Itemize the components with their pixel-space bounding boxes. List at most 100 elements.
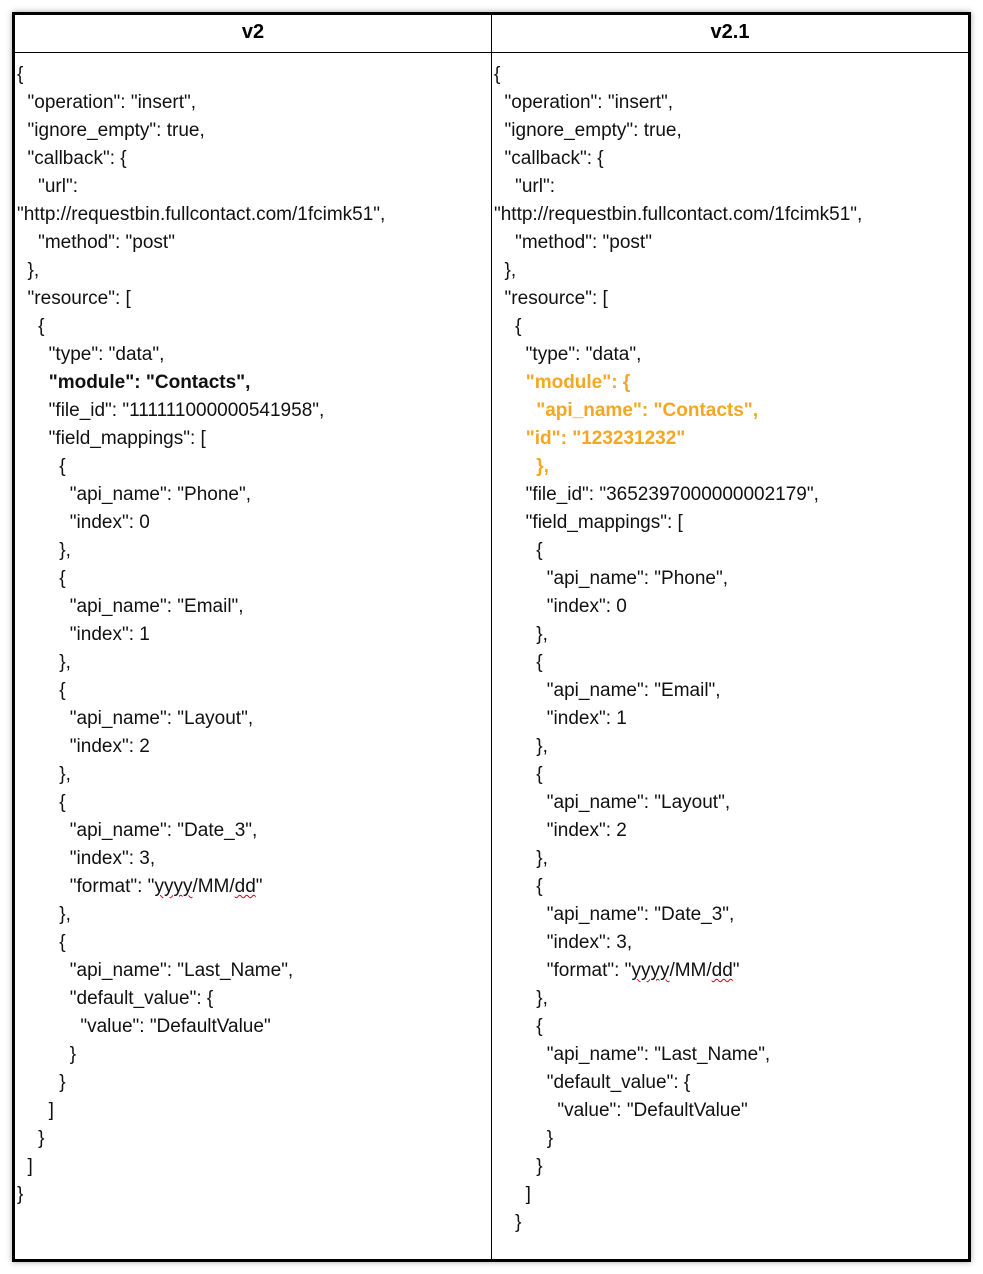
code-v2: { "operation": "insert", "ignore_empty":… [17, 61, 489, 1209]
comparison-frame: v2 v2.1 { "operation": "insert", "ignore… [12, 12, 971, 1262]
v21-line: "api_name": "Date_3", [494, 904, 734, 925]
v2-line: "index": 1 [17, 624, 150, 645]
v2-line: }, [17, 260, 39, 281]
spellcheck-squiggle: dd [235, 876, 256, 897]
v2-line: { [17, 568, 66, 589]
v21-line: "callback": { [494, 148, 604, 169]
v2-line: "index": 3, [17, 848, 155, 869]
v2-line: "resource": [ [17, 288, 131, 309]
v21-module-highlight: "api_name": "Contacts", [536, 400, 758, 421]
v2-line: }, [17, 652, 71, 673]
v2-line: "api_name": "Phone", [17, 484, 251, 505]
v21-line: }, [494, 260, 516, 281]
v2-line: "field_mappings": [ [17, 428, 206, 449]
v21-line: "default_value": { [494, 1072, 690, 1093]
v21-line: { [494, 876, 543, 897]
v21-line: { [494, 1016, 543, 1037]
v2-line: "api_name": "Email", [17, 596, 244, 617]
v21-line: "index": 2 [494, 820, 627, 841]
v2-line: } [17, 1128, 44, 1149]
v21-line: "ignore_empty": true, [494, 120, 682, 141]
v21-line: "method": "post" [494, 232, 652, 253]
v21-line: }, [494, 624, 548, 645]
v2-line: "api_name": "Date_3", [17, 820, 257, 841]
v21-line: "operation": "insert", [494, 92, 673, 113]
v21-line-hl: "module": { [494, 372, 630, 393]
cell-v2: { "operation": "insert", "ignore_empty":… [15, 53, 492, 1260]
v21-line: }, [494, 848, 548, 869]
code-v21: { "operation": "insert", "ignore_empty":… [494, 61, 966, 1237]
v2-line: } [17, 1184, 23, 1205]
v21-line: "api_name": "Email", [494, 680, 721, 701]
v2-line: "type": "data", [17, 344, 164, 365]
spellcheck-squiggle: yyyy [154, 876, 192, 897]
v21-line: "field_mappings": [ [494, 512, 683, 533]
v21-line: { [494, 764, 543, 785]
v2-line: }, [17, 764, 71, 785]
v21-line: { [494, 652, 543, 673]
v21-line: "type": "data", [494, 344, 641, 365]
v21-line: } [494, 1128, 553, 1149]
v21-line: ] [494, 1184, 531, 1205]
v2-line: { [17, 680, 66, 701]
v21-line-hl: "id": "123231232" [494, 428, 685, 449]
v21-line: }, [494, 988, 548, 1009]
v2-line: "operation": "insert", [17, 92, 196, 113]
v2-line: "file_id": "111111000000541958", [17, 400, 324, 421]
v21-module-highlight: }, [536, 456, 549, 477]
v2-line: { [17, 932, 66, 953]
v21-line: "index": 0 [494, 596, 627, 617]
v21-line: "url": [494, 176, 555, 197]
v2-line: "url": [17, 176, 78, 197]
v21-line: }, [494, 736, 548, 757]
spellcheck-squiggle: yyyy [631, 960, 669, 981]
v21-line: { [494, 316, 521, 337]
v21-line-hl: }, [494, 456, 549, 477]
v21-line: } [494, 1156, 543, 1177]
v2-line: "callback": { [17, 148, 127, 169]
v2-line: ] [17, 1156, 33, 1177]
v2-line: "method": "post" [17, 232, 175, 253]
header-v21: v2.1 [492, 15, 969, 53]
v21-line: "resource": [ [494, 288, 608, 309]
v21-line: { [494, 64, 500, 85]
v2-module-bold: "module": "Contacts", [49, 372, 251, 393]
v21-line: "api_name": "Layout", [494, 792, 730, 813]
v2-line-format: "format": "yyyy/MM/dd" [17, 876, 263, 897]
v2-line: "http://requestbin.fullcontact.com/1fcim… [17, 204, 385, 225]
v2-line: "index": 2 [17, 736, 150, 757]
v21-module-highlight: "module": { [526, 372, 631, 393]
v2-line: { [17, 456, 66, 477]
header-v2: v2 [15, 15, 492, 53]
v21-line: "index": 1 [494, 708, 627, 729]
v2-line: "ignore_empty": true, [17, 120, 205, 141]
v2-line: }, [17, 540, 71, 561]
v2-line: { [17, 64, 23, 85]
v2-line: "default_value": { [17, 988, 213, 1009]
v2-line: ] [17, 1100, 54, 1121]
v2-line: "index": 0 [17, 512, 150, 533]
v21-line: "api_name": "Last_Name", [494, 1044, 770, 1065]
v2-line: { [17, 792, 66, 813]
v2-line: "api_name": "Layout", [17, 708, 253, 729]
v21-line: "index": 3, [494, 932, 632, 953]
v2-line: { [17, 316, 44, 337]
v21-module-highlight: "id": "123231232" [526, 428, 686, 449]
v21-line: "http://requestbin.fullcontact.com/1fcim… [494, 204, 862, 225]
v2-line: "api_name": "Last_Name", [17, 960, 293, 981]
comparison-table: v2 v2.1 { "operation": "insert", "ignore… [14, 14, 969, 1260]
v21-line: "value": "DefaultValue" [494, 1100, 748, 1121]
v21-line-hl: "api_name": "Contacts", [494, 400, 758, 421]
cell-v21: { "operation": "insert", "ignore_empty":… [492, 53, 969, 1260]
v21-line: "file_id": "3652397000000002179", [494, 484, 819, 505]
v21-line: } [494, 1212, 521, 1233]
v2-line: } [17, 1044, 76, 1065]
v21-line-format: "format": "yyyy/MM/dd" [494, 960, 740, 981]
v21-line: "api_name": "Phone", [494, 568, 728, 589]
v2-line: }, [17, 904, 71, 925]
spellcheck-squiggle: dd [712, 960, 733, 981]
v2-line: } [17, 1072, 66, 1093]
v2-line: "value": "DefaultValue" [17, 1016, 271, 1037]
v2-line-module: "module": "Contacts", [17, 372, 250, 393]
v21-line: { [494, 540, 543, 561]
